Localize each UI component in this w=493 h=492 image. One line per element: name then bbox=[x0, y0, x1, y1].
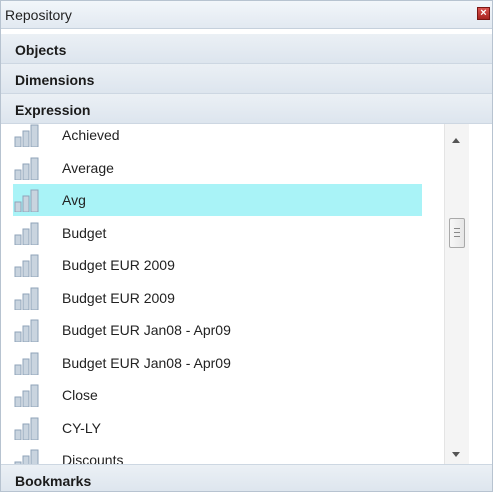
list-item-label: Budget EUR Jan08 - Apr09 bbox=[62, 322, 231, 338]
bar-chart-icon bbox=[14, 384, 39, 407]
section-bookmarks-label: Bookmarks bbox=[15, 473, 92, 489]
vertical-scrollbar[interactable] bbox=[444, 124, 469, 464]
list-item-label: Budget EUR 2009 bbox=[62, 257, 175, 273]
list-item[interactable]: Achieved bbox=[13, 124, 422, 151]
grip-line bbox=[454, 236, 460, 237]
list-item-label: CY-LY bbox=[62, 419, 101, 436]
bar-chart-icon bbox=[14, 449, 39, 464]
list-item[interactable]: Budget EUR Jan08 - Apr09 bbox=[13, 314, 422, 346]
scroll-up-icon[interactable] bbox=[452, 138, 460, 143]
list-item[interactable]: Budget EUR 2009 bbox=[13, 282, 422, 314]
section-objects[interactable]: Objects bbox=[1, 34, 492, 64]
list-item[interactable]: Budget EUR Jan08 - Apr09 bbox=[13, 347, 422, 379]
section-expression[interactable]: Expression bbox=[1, 94, 492, 124]
window-title: Repository bbox=[5, 7, 72, 23]
list-item-label: Budget bbox=[62, 224, 107, 241]
section-dimensions-label: Dimensions bbox=[15, 72, 95, 88]
list-item-label: Achieved bbox=[62, 127, 120, 143]
bar-chart-icon bbox=[14, 417, 39, 440]
grip-line bbox=[454, 228, 460, 229]
list-item-label: Average bbox=[62, 159, 114, 176]
list-item[interactable]: Budget EUR 2009 bbox=[13, 249, 422, 281]
list-item[interactable]: Average bbox=[13, 152, 422, 184]
grip-line bbox=[454, 232, 460, 233]
close-icon[interactable]: × bbox=[477, 7, 490, 20]
list-item-label: Discounts bbox=[62, 452, 124, 464]
section-dimensions[interactable]: Dimensions bbox=[1, 64, 492, 94]
list-item-label: Budget EUR Jan08 - Apr09 bbox=[62, 354, 231, 371]
scroll-thumb[interactable] bbox=[449, 218, 465, 248]
section-bookmarks[interactable]: Bookmarks bbox=[1, 464, 492, 491]
bar-chart-icon bbox=[14, 124, 39, 147]
list-item[interactable]: CY-LY bbox=[13, 412, 422, 444]
list-item[interactable]: Discounts bbox=[13, 444, 422, 464]
section-expression-label: Expression bbox=[15, 102, 91, 118]
list-item-label: Avg bbox=[62, 192, 86, 208]
bar-chart-icon bbox=[14, 254, 39, 277]
list-item[interactable]: Close bbox=[13, 379, 422, 411]
bar-chart-icon bbox=[14, 222, 39, 245]
bar-chart-icon bbox=[14, 319, 39, 342]
list-item-label: Budget EUR 2009 bbox=[62, 289, 175, 306]
list-item[interactable]: Avg bbox=[13, 184, 422, 216]
scroll-down-icon[interactable] bbox=[452, 452, 460, 457]
list-item-label: Close bbox=[62, 387, 98, 403]
title-bar: Repository × bbox=[1, 1, 492, 29]
bar-chart-icon bbox=[14, 157, 39, 180]
repository-panel: Repository × Objects Dimensions Expressi… bbox=[0, 0, 493, 492]
section-objects-label: Objects bbox=[15, 42, 67, 58]
expression-list: Achieved Average Avg Budget Budget EUR 2009 B… bbox=[1, 124, 492, 464]
bar-chart-icon bbox=[14, 189, 39, 212]
bar-chart-icon bbox=[14, 287, 39, 310]
bar-chart-icon bbox=[14, 352, 39, 375]
list-item[interactable]: Budget bbox=[13, 217, 422, 249]
